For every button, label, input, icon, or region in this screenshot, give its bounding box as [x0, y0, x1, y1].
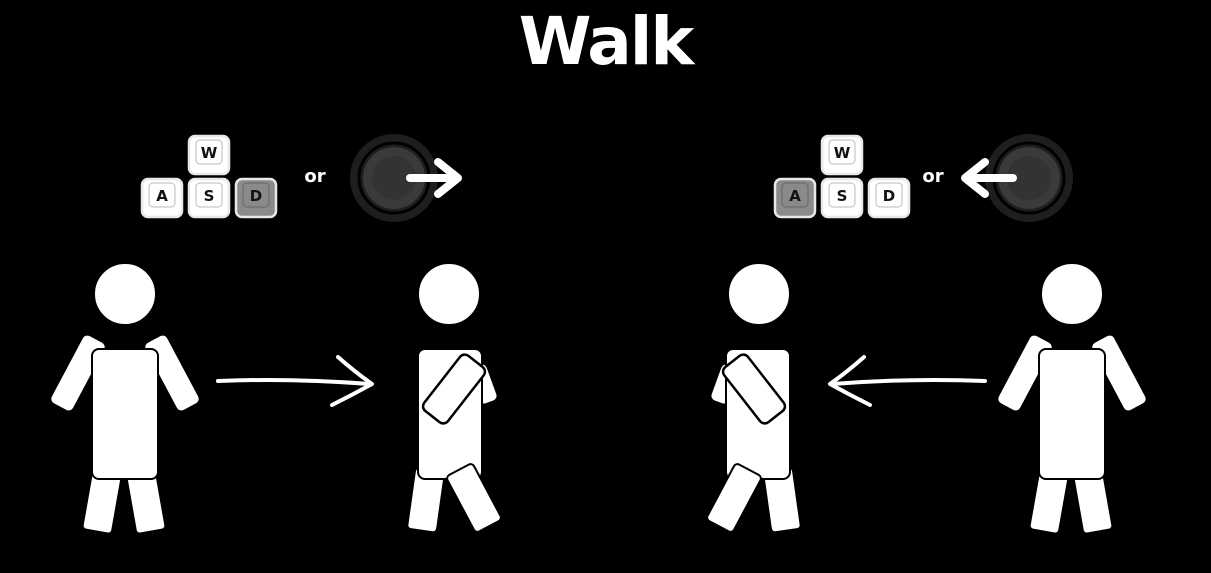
- key-w: W: [187, 134, 231, 176]
- svg-text:W: W: [834, 144, 851, 162]
- svg-text:A: A: [156, 187, 168, 205]
- key-s: S: [820, 177, 864, 219]
- walk-right-panel: W A S D or: [47, 134, 504, 536]
- svg-text:S: S: [837, 187, 848, 205]
- keyboard-wasd-icon: W A S D: [773, 134, 911, 219]
- motion-arrow-left: [828, 355, 987, 407]
- walking-figure: [704, 261, 803, 535]
- standing-figure: [994, 262, 1150, 536]
- motion-arrow-right: [216, 355, 374, 407]
- walking-figure: [405, 261, 504, 535]
- key-d: D: [867, 177, 911, 219]
- svg-text:W: W: [201, 144, 218, 162]
- svg-text:A: A: [789, 187, 801, 205]
- svg-text:D: D: [883, 187, 895, 205]
- walk-left-panel: W A S D or: [704, 134, 1150, 536]
- key-d-pressed: D: [234, 177, 278, 219]
- key-a-pressed: A: [773, 177, 817, 219]
- keyboard-wasd-icon: W A S D: [140, 134, 278, 219]
- svg-text:D: D: [250, 187, 262, 205]
- key-w: W: [820, 134, 864, 176]
- key-s: S: [187, 177, 231, 219]
- or-label: or: [922, 166, 943, 187]
- walk-diagram: W A S D or W A S D or: [47, 134, 1150, 536]
- standing-figure: [47, 262, 203, 536]
- svg-text:S: S: [204, 187, 215, 205]
- key-a: A: [140, 177, 184, 219]
- or-label: or: [304, 166, 325, 187]
